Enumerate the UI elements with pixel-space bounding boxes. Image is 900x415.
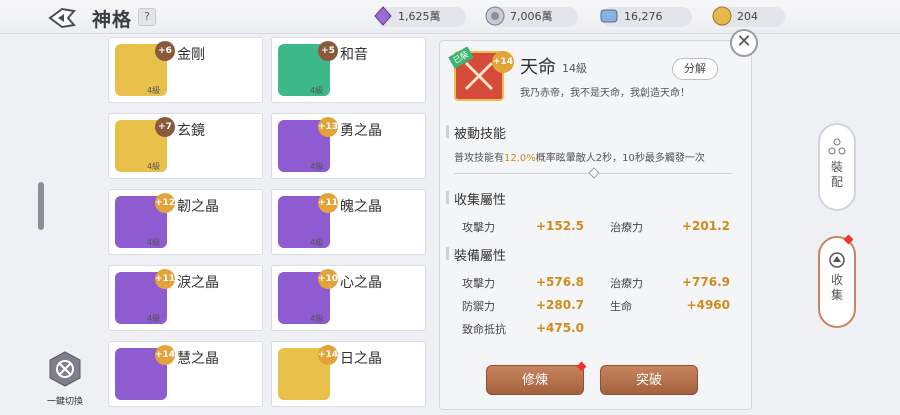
card-name: 金剛: [177, 47, 205, 63]
card-level: 4級: [310, 162, 324, 171]
card-level: 4級: [147, 238, 161, 247]
scrollbar[interactable]: [38, 182, 44, 230]
page-title: 神格: [92, 9, 133, 31]
enhance-badge: +14: [492, 51, 514, 73]
crystal-card[interactable]: +11 4級 淚之晶: [108, 265, 263, 331]
card-name: 心之晶: [340, 275, 382, 291]
gold-icon: [712, 6, 732, 26]
breakthrough-button[interactable]: 突破: [600, 365, 698, 395]
equip-attr-value: +776.9: [681, 275, 730, 289]
equip-attr-name: 防禦力: [462, 300, 495, 313]
collect-attr-value: +201.2: [681, 219, 730, 233]
resource-value: 16,276: [624, 10, 663, 23]
passive-desc: 普攻技能有12.0%概率眩暈敵人2秒，10秒最多觸發一次: [454, 153, 705, 164]
crystal-icon: [374, 6, 392, 26]
crystal-card[interactable]: +12 4級 韌之晶: [108, 189, 263, 255]
equip-attr-name: 致命抵抗: [462, 323, 506, 336]
enhance-badge: +11: [155, 269, 175, 289]
divider-ornament: [588, 167, 600, 179]
crystal-card[interactable]: +14 日之晶: [271, 341, 426, 407]
resource-value: 204: [737, 10, 758, 23]
one-click-switch-button[interactable]: 一鍵切換: [40, 350, 90, 407]
enhance-badge: +14: [318, 345, 338, 365]
equip-icon: [828, 138, 846, 155]
help-button[interactable]: ?: [138, 8, 156, 26]
enhance-badge: +7: [155, 117, 175, 137]
resource-coin: 7,006萬: [485, 6, 578, 27]
switch-label: 一鍵切換: [46, 397, 83, 407]
card-name: 淚之晶: [177, 275, 219, 291]
crystal-card[interactable]: +14 慧之晶: [108, 341, 263, 407]
collect-attr-value: +152.5: [535, 219, 584, 233]
train-button[interactable]: 修煉: [486, 365, 584, 395]
close-button[interactable]: ✕: [730, 29, 758, 57]
item-name: 天命: [520, 57, 556, 78]
equip-attr-value: +475.0: [535, 321, 584, 335]
card-level: 4級: [147, 314, 161, 323]
equip-title: 裝備屬性: [446, 245, 506, 264]
resource-crystal: 1,625萬: [374, 6, 466, 27]
passive-title: 被動技能: [446, 123, 506, 142]
resource-gold: 204: [712, 6, 785, 27]
back-icon[interactable]: [48, 7, 76, 29]
enhance-badge: +12: [155, 193, 175, 213]
card-level: 4級: [310, 238, 324, 247]
equip-tab-label: 裝 配: [830, 160, 843, 189]
decompose-button[interactable]: 分解: [672, 58, 718, 80]
card-level: 4級: [147, 162, 161, 171]
resource-value: 1,625萬: [398, 10, 441, 23]
collect-attr-name: 攻擊力: [462, 221, 495, 234]
switch-icon: [49, 351, 81, 387]
top-bar: 神格 ? 1,625萬 7,006萬 16,276 204: [0, 0, 900, 34]
coin-icon: [485, 6, 505, 26]
equip-side-tab[interactable]: 裝 配: [818, 123, 856, 211]
crystal-card[interactable]: +7 4級 玄鏡: [108, 113, 263, 179]
enhance-badge: +11: [318, 193, 338, 213]
collect-attr-name: 治療力: [610, 221, 643, 234]
crystal-card[interactable]: +13 4級 勇之晶: [271, 113, 426, 179]
card-level: 4級: [147, 86, 161, 95]
collect-tab-label: 收 集: [830, 273, 843, 302]
item-quote: 我乃赤帝，我不是天命，我創造天命！: [520, 88, 690, 99]
equip-attr-name: 生命: [610, 300, 632, 313]
equip-attr-value: +576.8: [535, 275, 584, 289]
card-name: 玄鏡: [177, 123, 205, 139]
close-icon: ✕: [736, 31, 752, 52]
card-name: 慧之晶: [177, 351, 219, 367]
equip-attr-name: 治療力: [610, 277, 643, 290]
collect-side-tab[interactable]: 收 集: [818, 236, 856, 328]
crystal-card[interactable]: +10 4級 心之晶: [271, 265, 426, 331]
resource-value: 7,006萬: [510, 10, 553, 23]
enhance-badge: +10: [318, 269, 338, 289]
equip-attr-value: +4960: [686, 298, 730, 312]
enhance-badge: +13: [318, 117, 338, 137]
card-name: 韌之晶: [177, 199, 219, 215]
equip-attr-value: +280.7: [535, 298, 584, 312]
stone-icon: [600, 9, 618, 23]
card-name: 魄之晶: [340, 199, 382, 215]
enhance-badge: +14: [155, 345, 175, 365]
equip-attr-name: 攻擊力: [462, 277, 495, 290]
enhance-badge: +5: [318, 41, 338, 61]
card-name: 勇之晶: [340, 123, 382, 139]
card-name: 和音: [340, 47, 368, 63]
crystal-card[interactable]: +11 4級 魄之晶: [271, 189, 426, 255]
crystal-card[interactable]: +6 4級 金剛: [108, 37, 263, 103]
resource-stone: 16,276: [600, 7, 692, 27]
collect-icon: [829, 252, 845, 268]
card-level: 4級: [310, 86, 324, 95]
detail-panel: 已裝 +14 天命 14級 我乃赤帝，我不是天命，我創造天命！ 分解 被動技能 …: [439, 40, 752, 410]
card-level: 4級: [310, 314, 324, 323]
card-name: 日之晶: [340, 351, 382, 367]
item-level: 14級: [562, 62, 587, 75]
enhance-badge: +6: [155, 41, 175, 61]
crystal-card[interactable]: +5 4級 和音: [271, 37, 426, 103]
collect-title: 收集屬性: [446, 189, 506, 208]
